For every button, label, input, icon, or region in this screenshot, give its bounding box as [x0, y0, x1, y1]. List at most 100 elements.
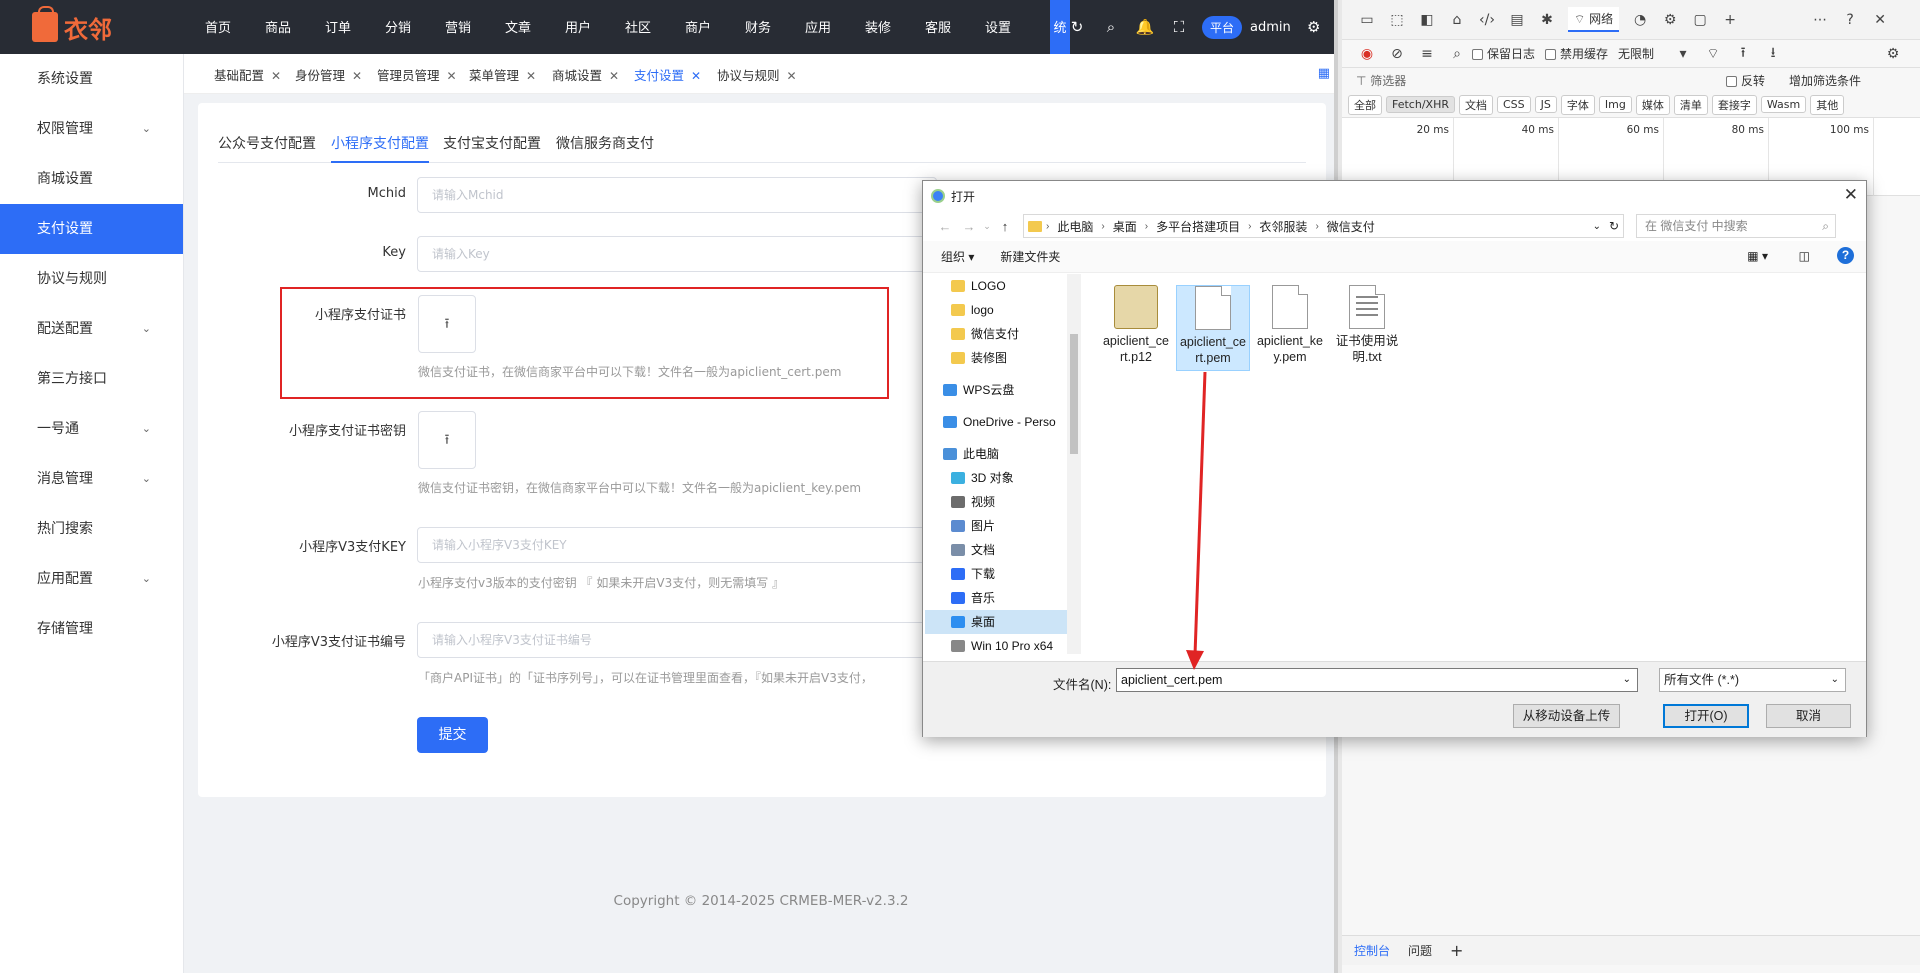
topnav-item[interactable]: 客服	[908, 0, 968, 54]
sidebar-item[interactable]: 系统设置	[0, 54, 183, 104]
nav-item[interactable]: OneDrive - Perso	[925, 410, 1070, 434]
scrollbar-thumb[interactable]	[1070, 334, 1078, 454]
address-bar[interactable]: › 此电脑 › 桌面 › 多平台搭建项目 › 衣邻服装 › 微信支付 ↻ ⌄	[1023, 214, 1624, 238]
nav-item[interactable]: logo	[925, 298, 1070, 322]
subtab[interactable]: 支付宝支付配置	[443, 133, 541, 163]
sidebar-item[interactable]: 权限管理 ⌄	[0, 104, 183, 154]
page-tab[interactable]: 商城设置 ✕	[552, 63, 619, 89]
organize-button[interactable]: 组织 ▾	[941, 248, 974, 265]
preserve-log-checkbox[interactable]: 保留日志	[1472, 45, 1535, 62]
sidebar-item[interactable]: 一号通 ⌄	[0, 404, 183, 454]
chevron-down-icon[interactable]: ⌄	[981, 221, 993, 232]
topnav-item[interactable]: 应用	[788, 0, 848, 54]
topnav-item[interactable]: 财务	[728, 0, 788, 54]
sidebar-item[interactable]: 协议与规则	[0, 254, 183, 304]
add-icon[interactable]: +	[1715, 12, 1745, 28]
upload-from-mobile-button[interactable]: 从移动设备上传	[1513, 704, 1620, 728]
panel-icon[interactable]: ◧	[1412, 12, 1442, 28]
sidebar-item[interactable]: 消息管理 ⌄	[0, 454, 183, 504]
close-icon[interactable]: ✕	[526, 69, 536, 83]
nav-scrollbar[interactable]	[1067, 274, 1081, 654]
sidebar-item[interactable]: 商城设置	[0, 154, 183, 204]
drawer-tab[interactable]: 控制台	[1354, 942, 1390, 959]
view-icon[interactable]: ▦ ▾	[1747, 249, 1768, 263]
topnav-item[interactable]: 装修	[848, 0, 908, 54]
disable-cache-checkbox[interactable]: 禁用缓存	[1545, 45, 1608, 62]
nav-item[interactable]: 3D 对象	[925, 466, 1070, 490]
wifi-icon[interactable]: ⌔	[1698, 45, 1728, 63]
grid-icon[interactable]: ▦	[1318, 66, 1330, 81]
filename-input[interactable]: apiclient_cert.pem ⌄	[1116, 668, 1638, 692]
nav-item[interactable]: Win 10 Pro x64	[925, 634, 1070, 654]
filter-icon[interactable]: ≡	[1412, 46, 1442, 62]
topnav-item[interactable]: 文章	[488, 0, 548, 54]
sidebar-item[interactable]: 热门搜索	[0, 504, 183, 554]
record-icon[interactable]: ◉	[1352, 46, 1382, 62]
application-icon[interactable]: ▢	[1685, 12, 1715, 28]
file-item[interactable]: apiclient_key.pem	[1253, 285, 1327, 369]
nav-item[interactable]: WPS云盘	[925, 378, 1070, 402]
type-filter-chip[interactable]: 文档	[1458, 94, 1493, 115]
page-tab[interactable]: 菜单管理 ✕	[469, 63, 536, 89]
more-filters-button[interactable]: 增加筛选条件	[1789, 72, 1861, 89]
type-filter-chip[interactable]: Img	[1598, 96, 1632, 113]
close-icon[interactable]: ✕	[787, 69, 797, 83]
sidebar-item[interactable]: 存储管理	[0, 604, 183, 654]
breadcrumb-item[interactable]: 此电脑	[1057, 218, 1093, 235]
close-icon[interactable]: ✕	[352, 69, 362, 83]
fullscreen-icon[interactable]: ⛶	[1162, 18, 1196, 36]
type-filter-chip[interactable]: 字体	[1560, 94, 1595, 115]
upload-icon[interactable]: ⭱	[1728, 42, 1758, 66]
page-tab[interactable]: 支付设置 ✕	[634, 63, 701, 89]
help-icon[interactable]: ?	[1837, 247, 1854, 264]
topnav-item[interactable]: 营销	[428, 0, 488, 54]
close-icon[interactable]: ✕	[1865, 12, 1895, 28]
nav-item[interactable]: 桌面	[925, 610, 1070, 634]
file-item[interactable]: apiclient_cert.p12	[1099, 285, 1173, 369]
nav-item[interactable]: 此电脑	[925, 442, 1070, 466]
cert-key-upload-button[interactable]: ⭱	[418, 411, 476, 469]
v3serial-input[interactable]: 请输入小程序V3支付证书编号	[417, 622, 937, 658]
topnav-item[interactable]: 用户	[548, 0, 608, 54]
filetype-select[interactable]: 所有文件 (*.*) ⌄	[1659, 668, 1846, 692]
chevron-down-icon[interactable]: ▾	[1668, 46, 1698, 62]
topnav-item[interactable]: 商户	[668, 0, 728, 54]
submit-button[interactable]: 提交	[417, 717, 488, 753]
type-filter-chip[interactable]: CSS	[1496, 96, 1531, 113]
nav-item[interactable]: 图片	[925, 514, 1070, 538]
topnav-item[interactable]: 订单	[308, 0, 368, 54]
throttle-select[interactable]: 无限制	[1618, 45, 1654, 62]
settings-icon[interactable]: ⚙	[1655, 12, 1685, 28]
type-filter-chip[interactable]: 其他	[1810, 94, 1845, 115]
search-icon[interactable]: ⌕	[1442, 46, 1472, 62]
close-icon[interactable]: ✕	[609, 69, 619, 83]
search-box[interactable]: 在 微信支付 中搜索 ⌕	[1636, 214, 1836, 238]
file-item[interactable]: 证书使用说明.txt	[1330, 285, 1404, 369]
logo[interactable]: 衣邻	[32, 6, 112, 44]
type-filter-chip[interactable]: 媒体	[1635, 94, 1670, 115]
refresh-icon[interactable]: ↻	[1609, 219, 1619, 233]
sidebar-item[interactable]: 第三方接口	[0, 354, 183, 404]
page-tab[interactable]: 管理员管理 ✕	[377, 63, 457, 89]
type-filter-chip[interactable]: JS	[1534, 96, 1557, 113]
open-button[interactable]: 打开(O)	[1663, 704, 1749, 728]
page-tab[interactable]: 身份管理 ✕	[295, 63, 362, 89]
close-icon[interactable]: ✕	[1844, 185, 1858, 205]
type-filter-chip[interactable]: 套接字	[1711, 94, 1757, 115]
v3key-input[interactable]: 请输入小程序V3支付KEY	[417, 527, 937, 563]
bug-icon[interactable]: ✱	[1532, 12, 1562, 28]
breadcrumb-item[interactable]: 桌面	[1113, 218, 1137, 235]
breadcrumb-item[interactable]: 微信支付	[1327, 218, 1375, 235]
breadcrumb-item[interactable]: 多平台搭建项目	[1156, 218, 1240, 235]
topnav-item[interactable]: 首页	[188, 0, 248, 54]
cancel-button[interactable]: 取消	[1766, 704, 1851, 728]
topnav-item[interactable]: 设置	[968, 0, 1028, 54]
breadcrumb-item[interactable]: 衣邻服装	[1259, 218, 1307, 235]
up-icon[interactable]: ↑	[993, 219, 1017, 234]
sidebar-item[interactable]: 配送配置 ⌄	[0, 304, 183, 354]
key-input[interactable]: 请输入Key	[417, 236, 937, 272]
subtab[interactable]: 小程序支付配置	[331, 133, 429, 163]
type-filter-chip[interactable]: Wasm	[1760, 96, 1807, 113]
sidebar-item[interactable]: 支付设置	[0, 204, 183, 254]
user-menu[interactable]: admin	[1250, 20, 1291, 35]
